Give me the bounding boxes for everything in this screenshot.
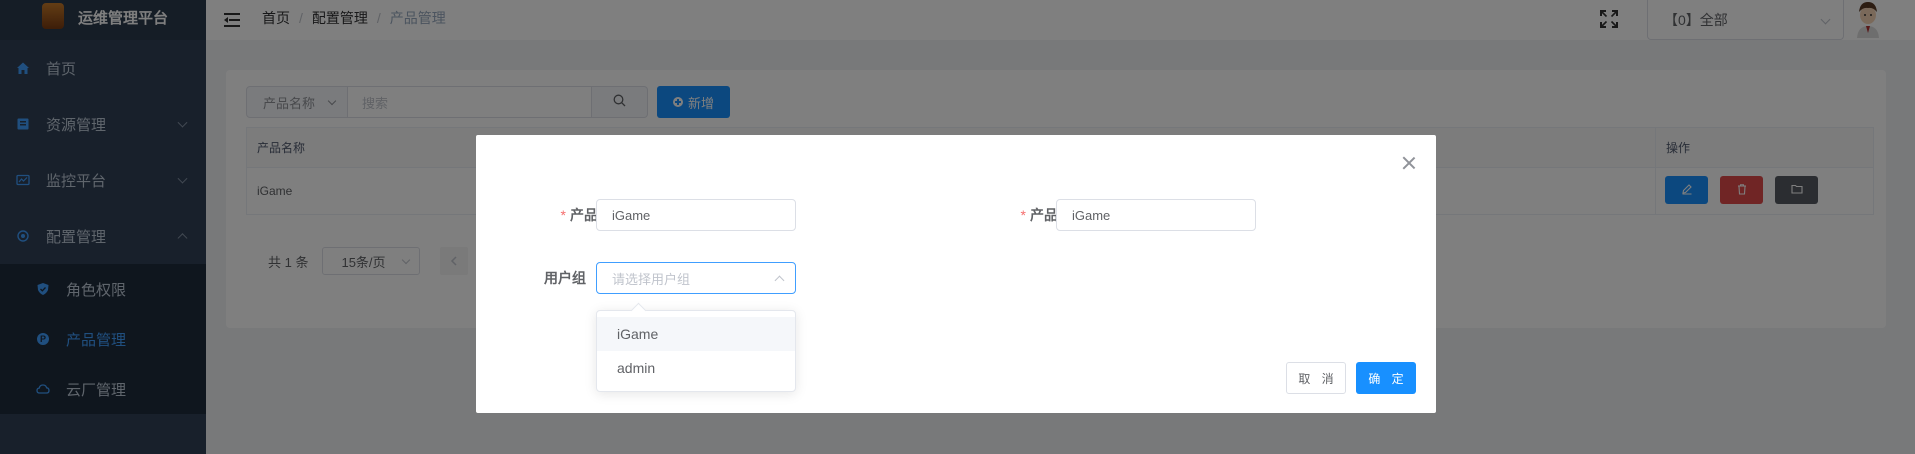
close-icon[interactable]: [1402, 156, 1416, 170]
confirm-button[interactable]: 确 定: [1356, 362, 1416, 394]
user-group-placeholder: 请选择用户组: [612, 271, 691, 287]
product-name-input[interactable]: iGame: [596, 199, 796, 231]
dropdown-option[interactable]: iGame: [597, 317, 795, 351]
dropdown-option[interactable]: admin: [597, 351, 795, 385]
chevron-up-icon: [774, 275, 785, 286]
product-desc-input[interactable]: iGame: [1056, 199, 1256, 231]
user-group-select[interactable]: 请选择用户组: [596, 262, 796, 294]
required-mark: *: [560, 207, 566, 223]
product-desc-value: iGame: [1072, 207, 1111, 223]
product-name-value: iGame: [612, 207, 651, 223]
cancel-button[interactable]: 取 消: [1286, 362, 1346, 394]
required-mark: *: [1020, 207, 1026, 223]
user-group-dropdown: iGame admin: [596, 310, 796, 392]
user-group-label: 用户组: [544, 270, 586, 286]
